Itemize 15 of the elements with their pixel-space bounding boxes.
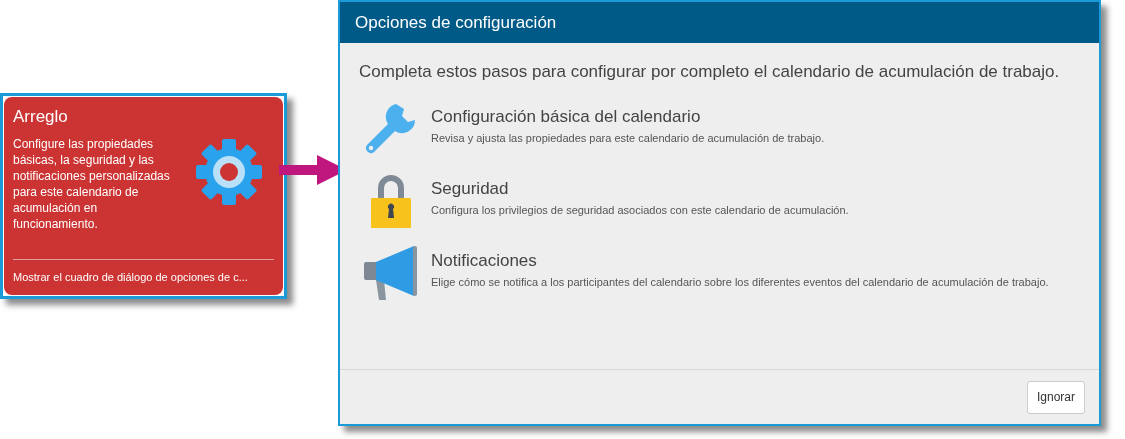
megaphone-icon (362, 244, 420, 302)
step-description: Elige cómo se notifica a los participantes del calendario sobre los diferentes eventos del calendario de acumulación de trabajo. (431, 275, 1050, 290)
ignore-button[interactable]: Ignorar (1026, 380, 1085, 414)
step-title[interactable]: Notificaciones (431, 250, 1061, 272)
card-description: Configure las propiedades básicas, la seguridad y las notificaciones personalizadas para este calendario de acumulación en funcionamiento. (13, 136, 171, 232)
dialog-title: Opciones de configuración (355, 11, 557, 34)
intro-text: Completa estos pasos para configurar por completo el calendario de acumulación de trabajo. (359, 61, 1061, 83)
step-title[interactable]: Configuración básica del calendario (431, 106, 1061, 128)
step-title[interactable]: Seguridad (431, 178, 1061, 200)
step-description: Configura los privilegios de seguridad asociados con este calendario de acumulación. (431, 203, 850, 218)
lock-icon (368, 172, 414, 230)
card-title: Arreglo (13, 107, 69, 127)
gear-icon (195, 138, 263, 206)
step-description: Revisa y ajusta las propiedades para este calendario de acumulación de trabajo. (431, 131, 826, 146)
dialog-link[interactable]: Mostrar el cuadro de diálogo de opciones de c... (13, 268, 274, 285)
